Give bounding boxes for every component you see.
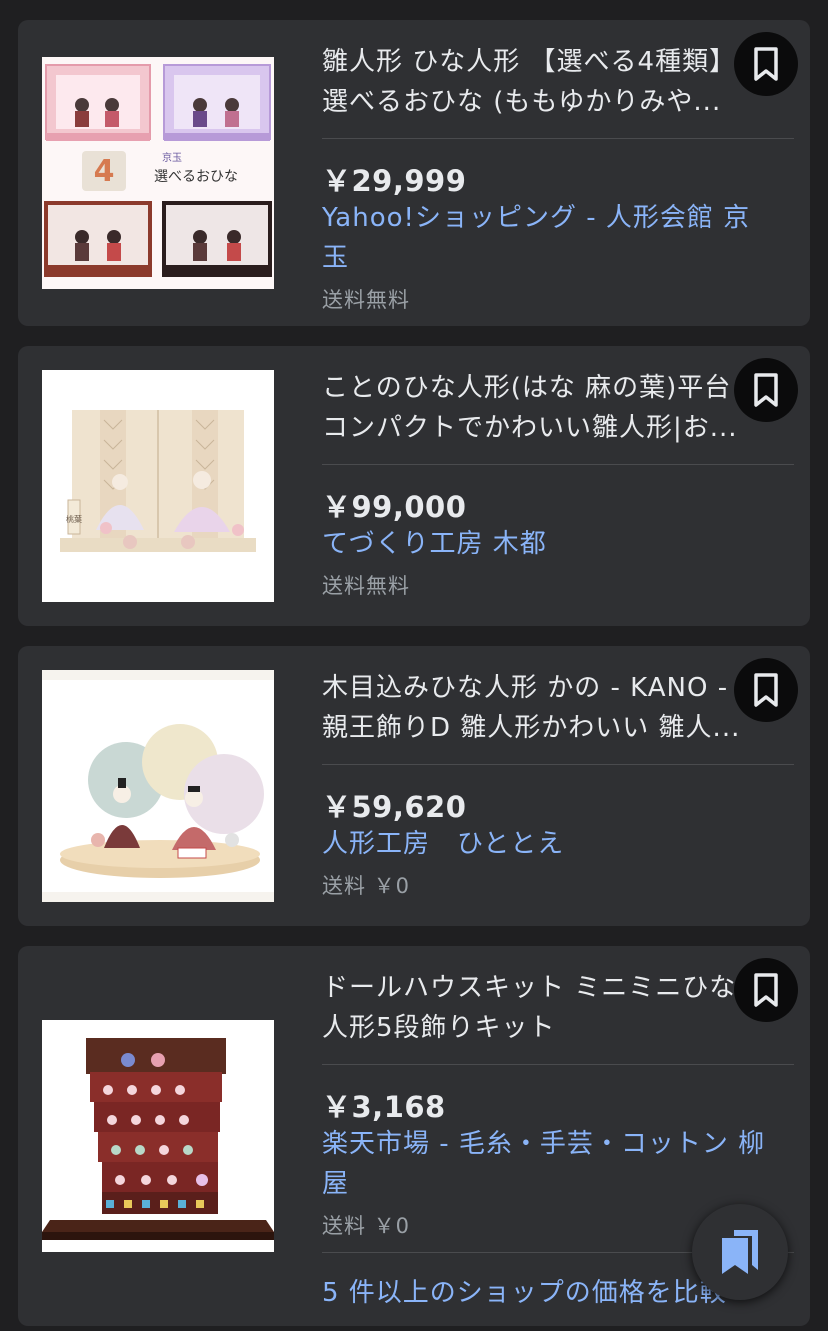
divider xyxy=(322,464,794,465)
bookmark-icon xyxy=(754,673,778,707)
bookmark-button[interactable] xyxy=(734,32,798,96)
bookmark-button[interactable] xyxy=(734,658,798,722)
svg-text:京玉: 京玉 xyxy=(162,151,182,164)
product-image[interactable]: 4 京玉 選べるおひな xyxy=(42,57,274,289)
product-price: ￥59,620 xyxy=(322,790,467,824)
product-title-line1: ドールハウスキット ミニミニひな xyxy=(322,973,737,1003)
seller-line1: てづくり工房 木都 xyxy=(322,529,547,559)
svg-text:桃葉: 桃葉 xyxy=(66,514,82,524)
divider xyxy=(322,138,794,139)
product-title-line1: 雛人形 ひな人形 【選べる4種類】 xyxy=(322,47,737,77)
bookmark-icon xyxy=(754,47,778,81)
product-card[interactable]: ドールハウスキット ミニミニひな 人形5段飾りキット ￥3,168 楽天市場 -… xyxy=(18,946,810,1326)
seller-line1: 人形工房 ひととえ xyxy=(322,829,565,859)
product-card[interactable]: 木目込みひな人形 かの - KANO - 親王飾りD 雛人形かわいい 雛人...… xyxy=(18,646,810,926)
svg-text:選べるおひな: 選べるおひな xyxy=(154,169,238,185)
product-title[interactable]: 雛人形 ひな人形 【選べる4種類】 選べるおひな (ももゆかりみや... xyxy=(322,42,762,122)
seller-link[interactable]: てづくり工房 木都 xyxy=(322,524,782,564)
shipping-info: 送料 ￥0 xyxy=(322,874,411,898)
compare-prices-link[interactable]: 5 件以上のショップの価格を比較 xyxy=(322,1272,727,1309)
seller-link[interactable]: 楽天市場 - 毛糸・手芸・コットン 柳 屋 xyxy=(322,1124,782,1204)
product-title-line2: 選べるおひな (ももゆかりみや... xyxy=(322,87,722,117)
bookmark-button[interactable] xyxy=(734,358,798,422)
product-title-line2: 親王飾りD 雛人形かわいい 雛人... xyxy=(322,713,741,743)
seller-line1: Yahoo!ショッピング - 人形会館 京 xyxy=(322,203,751,233)
product-card[interactable]: 桃葉 ことのひな人形(はな 麻の葉)平台 コンパクトでかわいい雛人形|お... … xyxy=(18,346,810,626)
product-price: ￥99,000 xyxy=(322,490,467,524)
shipping-info: 送料 ￥0 xyxy=(322,1214,411,1238)
product-image[interactable] xyxy=(42,670,274,902)
seller-line2: 屋 xyxy=(322,1169,350,1199)
product-price: ￥29,999 xyxy=(322,164,467,198)
svg-text:4: 4 xyxy=(94,154,115,189)
bookmarks-stack-icon xyxy=(722,1230,758,1274)
shipping-info: 送料無料 xyxy=(322,574,410,598)
product-title[interactable]: ドールハウスキット ミニミニひな 人形5段飾りキット xyxy=(322,968,762,1048)
bookmark-icon xyxy=(754,973,778,1007)
seller-line1: 楽天市場 - 毛糸・手芸・コットン 柳 xyxy=(322,1129,766,1159)
product-image[interactable]: 桃葉 xyxy=(42,370,274,602)
saved-items-button[interactable] xyxy=(692,1204,788,1300)
bookmark-icon xyxy=(754,373,778,407)
divider xyxy=(322,1064,794,1065)
seller-link[interactable]: Yahoo!ショッピング - 人形会館 京 玉 xyxy=(322,198,782,278)
seller-link[interactable]: 人形工房 ひととえ xyxy=(322,824,782,864)
divider xyxy=(322,764,794,765)
bookmark-button[interactable] xyxy=(734,958,798,1022)
product-title[interactable]: ことのひな人形(はな 麻の葉)平台 コンパクトでかわいい雛人形|お... xyxy=(322,368,762,448)
seller-line2: 玉 xyxy=(322,243,350,273)
product-title-line2: 人形5段飾りキット xyxy=(322,1013,556,1043)
product-title-line1: 木目込みひな人形 かの - KANO - xyxy=(322,673,729,703)
product-card[interactable]: 4 京玉 選べるおひな 雛人形 ひな人形 【選べる4種類】 選べるおひな (もも… xyxy=(18,20,810,326)
product-price: ￥3,168 xyxy=(322,1090,446,1124)
product-title-line1: ことのひな人形(はな 麻の葉)平台 xyxy=(322,373,732,403)
product-title[interactable]: 木目込みひな人形 かの - KANO - 親王飾りD 雛人形かわいい 雛人... xyxy=(322,668,762,748)
product-image[interactable] xyxy=(42,1020,274,1252)
product-title-line2: コンパクトでかわいい雛人形|お... xyxy=(322,413,738,443)
shipping-info: 送料無料 xyxy=(322,288,410,312)
